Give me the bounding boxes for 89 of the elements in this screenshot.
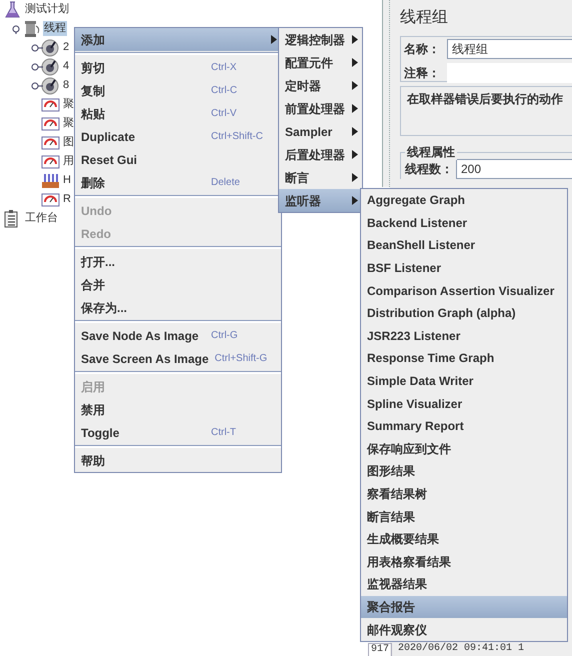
gauge-icon — [41, 190, 60, 208]
menu-item[interactable]: 禁用 — [75, 398, 281, 421]
menu-item[interactable]: 监听器 — [279, 189, 362, 212]
shortcut-text: Ctrl-T — [211, 426, 236, 440]
gauge-icon — [41, 134, 60, 152]
menu-item[interactable]: 断言 — [279, 166, 362, 189]
tree-node[interactable]: 线程 — [43, 21, 67, 36]
menu-item[interactable]: 断言结果 — [361, 505, 567, 528]
log-text: 2020/06/02 09:41:01 1 — [398, 643, 524, 656]
field-label: 注释： — [404, 65, 441, 82]
shortcut-text: Ctrl-X — [211, 61, 237, 75]
menu-item[interactable]: Distribution Graph (alpha) — [361, 302, 567, 325]
menu-item[interactable]: 删除 Delete — [75, 171, 281, 194]
shortcut-text: Delete — [211, 176, 240, 190]
expand-handle[interactable] — [31, 62, 43, 72]
menu-item[interactable]: Toggle Ctrl-T — [75, 421, 281, 444]
tree-node[interactable]: 8 — [62, 78, 70, 93]
group-title: 在取样器错误后要执行的动作 — [405, 91, 565, 107]
menu-item[interactable]: 帮助 — [75, 449, 281, 472]
menu-item[interactable]: 定时器 — [279, 74, 362, 97]
tree-node[interactable]: R — [62, 192, 72, 207]
menu-item[interactable]: Reset Gui — [75, 148, 281, 171]
menu-item[interactable]: 添加 — [75, 28, 281, 51]
menu-item[interactable]: 后置处理器 — [279, 143, 362, 166]
flask-icon — [3, 0, 22, 18]
menu-item[interactable]: 复制 Ctrl-C — [75, 79, 281, 102]
menu-item[interactable]: Save Screen As Image Ctrl+Shift-G — [75, 347, 281, 370]
menu-item[interactable]: JSR223 Listener — [361, 324, 567, 348]
menu-item[interactable]: 聚合报告 — [361, 596, 567, 618]
tree-node[interactable]: H — [62, 173, 72, 188]
menu-item[interactable]: 保存为... — [75, 296, 281, 319]
tree-node[interactable]: 用 — [62, 154, 75, 169]
expand-handle[interactable] — [31, 80, 43, 90]
menu-item[interactable]: Comparison Assertion Visualizer — [361, 279, 567, 302]
rack-icon — [41, 172, 60, 190]
panel-title: 线程组 — [400, 8, 449, 28]
menu-item[interactable]: 保存响应到文件 — [361, 438, 567, 460]
menu-item[interactable]: Save Node As Image Ctrl-G — [75, 324, 281, 347]
tree-node[interactable]: 2 — [62, 40, 70, 55]
menu-item[interactable]: 图形结果 — [361, 460, 567, 483]
menu-item[interactable]: 生成概要结果 — [361, 528, 567, 550]
shortcut-text: Ctrl-C — [211, 84, 238, 98]
menu-item[interactable]: 前置处理器 — [279, 97, 362, 120]
menu-item[interactable]: 粘贴 Ctrl-V — [75, 102, 281, 125]
shortcut-text: Ctrl-V — [211, 107, 237, 121]
menu-item[interactable]: Summary Report — [361, 414, 567, 438]
row-number: 917 — [368, 643, 392, 656]
threads-field[interactable]: 200 — [456, 159, 572, 179]
menu-item[interactable]: 邮件观察仪 — [361, 618, 567, 641]
menu-item[interactable]: 监视器结果 — [361, 573, 567, 596]
tree-node[interactable]: 聚 — [62, 97, 75, 112]
menu-item[interactable]: Backend Listener — [361, 212, 567, 234]
gauge-icon — [41, 152, 60, 170]
tree-node[interactable]: 测试计划 — [24, 2, 70, 17]
menu-item[interactable]: Spline Visualizer — [361, 392, 567, 415]
gear-icon — [41, 38, 60, 56]
group-title: 线程属性 — [405, 144, 457, 160]
menu-item[interactable]: Aggregate Graph — [361, 189, 567, 212]
menu-item[interactable]: 合并 — [75, 273, 281, 296]
menu-item[interactable]: 逻辑控制器 — [279, 28, 362, 51]
field-label: 名称： — [404, 41, 441, 58]
menu-item[interactable]: Simple Data Writer — [361, 370, 567, 392]
gauge-icon — [41, 96, 60, 114]
tree-node[interactable]: 工作台 — [24, 211, 59, 226]
gear-icon — [41, 58, 60, 76]
name-field[interactable]: 线程组 — [447, 39, 572, 59]
expand-handle[interactable] — [31, 42, 43, 52]
gear-icon — [41, 76, 60, 94]
menu-item[interactable]: BSF Listener — [361, 256, 567, 280]
tree-node[interactable]: 图 — [62, 135, 75, 150]
menu-item[interactable]: BeanShell Listener — [361, 234, 567, 257]
menu-item[interactable]: 剪切 Ctrl-X — [75, 56, 281, 79]
spool-icon — [22, 20, 41, 38]
menu-item[interactable]: 打开... — [75, 250, 281, 273]
menu-item[interactable]: Duplicate Ctrl+Shift-C — [75, 125, 281, 148]
menu-item[interactable]: 配置元件 — [279, 51, 362, 74]
shortcut-text: Ctrl+Shift-G — [214, 352, 268, 366]
menu-item[interactable]: 察看结果树 — [361, 482, 567, 506]
menu-item[interactable]: Response Time Graph — [361, 347, 567, 370]
gauge-icon — [41, 114, 60, 132]
shortcut-text: Ctrl-G — [211, 329, 238, 343]
tree-node[interactable]: 4 — [62, 59, 70, 74]
tree-node[interactable]: 聚 — [62, 116, 75, 131]
menu-item[interactable]: Sampler — [279, 120, 362, 143]
splitter-handle[interactable] — [382, 0, 390, 187]
menu-item[interactable]: 用表格察看结果 — [361, 550, 567, 574]
shortcut-text: Ctrl+Shift-C — [211, 130, 263, 144]
field-label: 线程数： — [405, 161, 453, 178]
comment-field[interactable] — [447, 63, 572, 83]
